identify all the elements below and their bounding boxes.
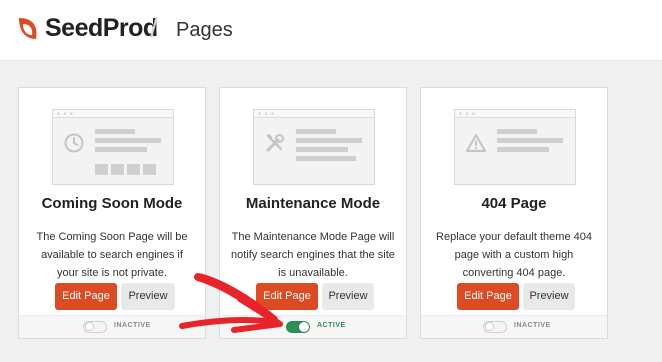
preview-button[interactable]: Preview — [121, 283, 175, 310]
card-title: 404 Page — [481, 195, 547, 212]
breadcrumb-separator: / — [150, 12, 158, 43]
coming-soon-card: ● ● ● Coming Soon Mode The Coming Soon P… — [18, 87, 206, 339]
brand-name: SeedProd — [45, 14, 158, 42]
card-footer: INACTIVE — [19, 315, 205, 338]
edit-page-button[interactable]: Edit Page — [256, 283, 318, 310]
maintenance-mode-card: ● ● ● Maintenance Mode The Maintenance M… — [219, 87, 407, 339]
tools-icon — [266, 133, 284, 152]
template-thumbnail: ● ● ● — [52, 109, 174, 185]
preview-button[interactable]: Preview — [322, 283, 374, 310]
card-description: The Coming Soon Page will be available t… — [36, 231, 188, 279]
status-label: INACTIVE — [514, 322, 551, 329]
seedprod-logo[interactable]: SeedProd — [16, 14, 158, 43]
card-description: The Maintenance Mode Page will notify se… — [231, 231, 395, 279]
preview-button[interactable]: Preview — [523, 283, 575, 310]
status-toggle[interactable] — [483, 321, 507, 333]
card-description: Replace your default theme 404 page with… — [436, 231, 592, 279]
404-page-card: ● ● ● 404 Page Replace your default them… — [420, 87, 608, 339]
status-toggle[interactable] — [286, 321, 310, 333]
card-title: Coming Soon Mode — [41, 195, 183, 212]
edit-page-button[interactable]: Edit Page — [55, 283, 117, 310]
edit-page-button[interactable]: Edit Page — [457, 283, 519, 310]
template-thumbnail: ● ● ● — [454, 109, 576, 185]
card-footer: INACTIVE — [421, 315, 607, 338]
top-bar: SeedProd / Pages — [0, 0, 662, 61]
seedprod-leaf-icon — [19, 17, 37, 39]
warning-icon — [466, 134, 486, 152]
card-title: Maintenance Mode — [245, 195, 381, 212]
page-title: Pages — [176, 19, 233, 41]
card-footer: ACTIVE — [220, 315, 406, 338]
template-thumbnail: ● ● ● — [253, 109, 375, 185]
clock-icon — [64, 133, 84, 153]
status-label: ACTIVE — [317, 322, 346, 329]
status-toggle[interactable] — [83, 321, 107, 333]
status-label: INACTIVE — [114, 322, 151, 329]
